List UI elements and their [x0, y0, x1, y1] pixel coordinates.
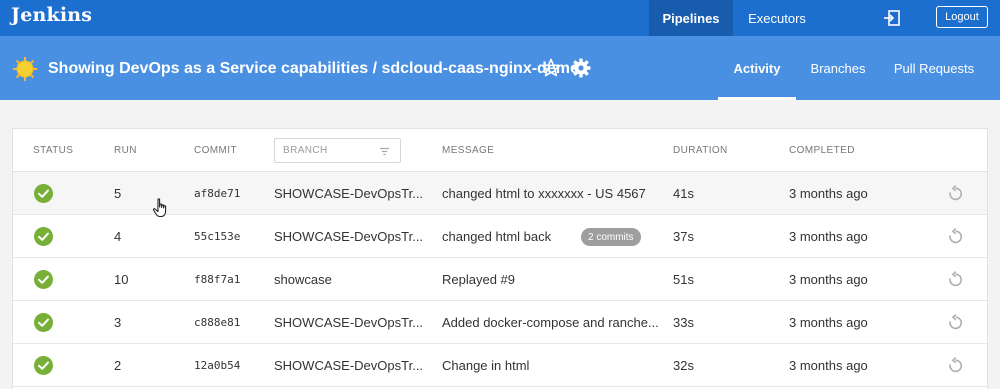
header-run: RUN	[114, 145, 137, 156]
run-number: 2	[114, 358, 122, 373]
success-icon	[34, 356, 53, 375]
branch-name: SHOWCASE-DevOpsTr...	[274, 315, 424, 330]
success-icon	[34, 227, 53, 246]
jenkins-logo[interactable]: Jenkins	[11, 4, 92, 26]
completed-time: 3 months ago	[789, 315, 868, 330]
replay-icon[interactable]	[947, 357, 964, 374]
branch-name: showcase	[274, 272, 332, 287]
run-number: 5	[114, 186, 122, 201]
table-row[interactable]: 10 f88f7a1 showcase Replayed #9 51s 3 mo…	[13, 258, 987, 301]
commit-hash[interactable]: 55c153e	[194, 215, 240, 258]
header-commit: COMMIT	[194, 145, 237, 156]
completed-time: 3 months ago	[789, 229, 868, 244]
table-row[interactable]: 4 55c153e SHOWCASE-DevOpsTr... changed h…	[13, 215, 987, 258]
exit-icon[interactable]	[883, 9, 901, 27]
completed-time: 3 months ago	[789, 358, 868, 373]
header-message: MESSAGE	[442, 145, 495, 156]
completed-time: 3 months ago	[789, 186, 868, 201]
commit-message: Replayed #9	[442, 272, 515, 287]
commits-badge[interactable]: 2 commits	[581, 228, 641, 246]
branch-name: SHOWCASE-DevOpsTr...	[274, 186, 424, 201]
commit-hash[interactable]: af8de71	[194, 172, 240, 215]
success-icon	[34, 184, 53, 203]
replay-icon[interactable]	[947, 314, 964, 331]
table-row[interactable]: 2 12a0b54 SHOWCASE-DevOpsTr... Change in…	[13, 344, 987, 387]
top-navbar: Jenkins Pipelines Executors Logout	[0, 0, 1000, 36]
commit-hash[interactable]: 12a0b54	[194, 344, 240, 387]
replay-icon[interactable]	[947, 228, 964, 245]
pipeline-header: Showing DevOps as a Service capabilities…	[0, 36, 1000, 100]
tab-branches[interactable]: Branches	[801, 36, 875, 100]
branch-filter-placeholder: BRANCH	[283, 145, 328, 156]
run-number: 4	[114, 229, 122, 244]
branch-name: SHOWCASE-DevOpsTr...	[274, 358, 424, 373]
commit-message: changed html back	[442, 229, 552, 244]
commit-hash[interactable]: f88f7a1	[194, 258, 240, 301]
completed-time: 3 months ago	[789, 272, 868, 287]
sun-icon	[13, 57, 37, 81]
replay-icon[interactable]	[947, 185, 964, 202]
logout-button[interactable]: Logout	[936, 6, 988, 28]
duration: 51s	[673, 272, 694, 287]
star-icon[interactable]	[541, 58, 561, 78]
header-completed: COMPLETED	[789, 145, 855, 156]
duration: 41s	[673, 186, 694, 201]
commit-hash[interactable]: c888e81	[194, 301, 240, 344]
table-row[interactable]: 3 c888e81 SHOWCASE-DevOpsTr... Added doc…	[13, 301, 987, 344]
nav-pipelines[interactable]: Pipelines	[649, 0, 733, 36]
run-number: 10	[114, 272, 129, 287]
gear-icon[interactable]	[571, 58, 591, 78]
commit-message: Change in html	[442, 358, 530, 373]
branch-filter-input[interactable]: BRANCH	[274, 138, 401, 163]
success-icon	[34, 270, 53, 289]
run-number: 3	[114, 315, 122, 330]
duration: 37s	[673, 229, 694, 244]
success-icon	[34, 313, 53, 332]
branch-name: SHOWCASE-DevOpsTr...	[274, 229, 424, 244]
replay-icon[interactable]	[947, 271, 964, 288]
header-duration: DURATION	[673, 145, 728, 156]
table-header: STATUS RUN COMMIT BRANCH MESSAGE DURATIO…	[13, 129, 987, 172]
duration: 33s	[673, 315, 694, 330]
commit-message: changed html to xxxxxxx - US 4567	[442, 186, 646, 201]
duration: 32s	[673, 358, 694, 373]
activity-table: STATUS RUN COMMIT BRANCH MESSAGE DURATIO…	[12, 128, 988, 389]
tab-pull-requests[interactable]: Pull Requests	[887, 36, 981, 100]
nav-executors[interactable]: Executors	[733, 0, 821, 36]
pipeline-title[interactable]: Showing DevOps as a Service capabilities…	[48, 60, 580, 78]
tab-activity[interactable]: Activity	[718, 36, 796, 100]
header-status: STATUS	[33, 145, 74, 156]
hand-cursor-icon	[152, 198, 167, 218]
filter-icon	[380, 147, 389, 156]
commit-message: Added docker-compose and ranche...	[442, 315, 659, 330]
